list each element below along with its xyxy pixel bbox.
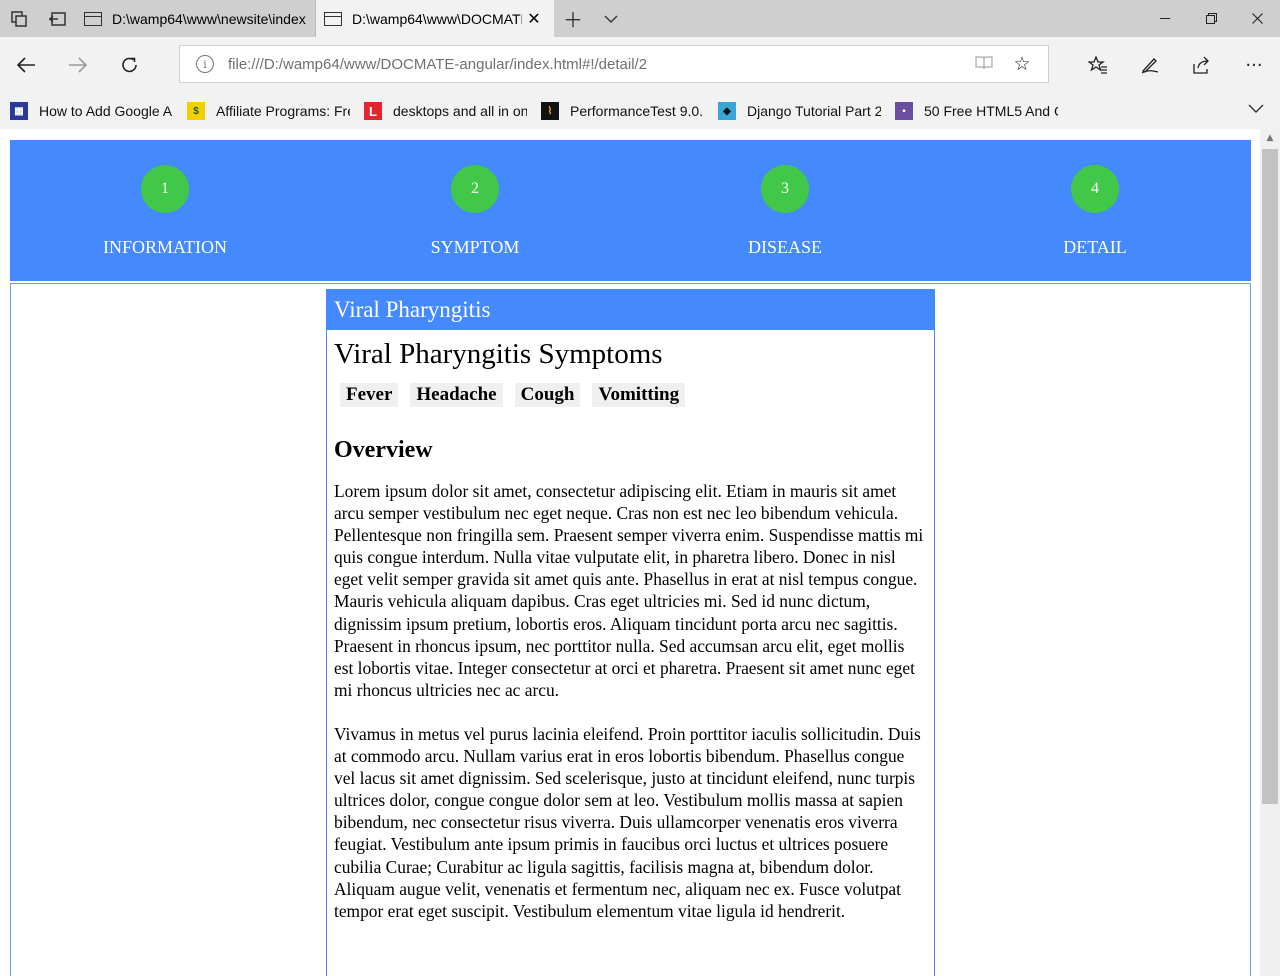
favorites-hub-icon[interactable] (1072, 37, 1124, 93)
favorite-label: desktops and all in one (393, 103, 527, 119)
step-label: INFORMATION (102, 237, 227, 257)
favorite-label: 50 Free HTML5 And CSS3 (924, 103, 1058, 119)
chevron-down-icon[interactable] (1248, 101, 1264, 117)
symptoms-title: Viral Pharyngitis Symptoms (334, 338, 663, 370)
forward-arrow-icon[interactable] (52, 37, 104, 93)
refresh-icon[interactable] (104, 37, 156, 93)
step-number-badge: 1 (141, 165, 189, 213)
favorites-bar: ▦ How to Add Google Analytics $ Affiliat… (0, 93, 1280, 129)
symptom-tag: Headache (410, 383, 503, 407)
step-label: SYMPTOM (430, 237, 520, 257)
django-icon: ◆ (718, 102, 736, 120)
favorite-link[interactable]: ◆ Django Tutorial Part 2 (718, 102, 895, 120)
scroll-up-arrow-icon[interactable]: ▲ (1260, 129, 1280, 147)
step-label: DETAIL (1063, 237, 1127, 257)
new-tab-icon[interactable]: ＋ (554, 0, 592, 37)
address-bar[interactable]: i file:///D:/wamp64/www/DOCMATE-angular/… (179, 45, 1049, 83)
favorite-link[interactable]: ⌇ PerformanceTest 9.0.1 (541, 102, 718, 120)
tab-manager-icon[interactable] (0, 0, 38, 37)
scroll-thumb[interactable] (1262, 149, 1278, 804)
page-icon (324, 11, 342, 26)
l-logo-icon: L (364, 102, 382, 120)
favorite-link[interactable]: $ Affiliate Programs: Free (187, 102, 364, 120)
favorite-label: Django Tutorial Part 2 (747, 103, 881, 119)
site-info-icon[interactable]: i (196, 55, 214, 73)
progress-stepper: 1 INFORMATION 2 SYMPTOM 3 DISEASE 4 DETA… (10, 140, 1251, 281)
card-body: Viral Pharyngitis Symptoms Fever Headach… (327, 338, 934, 922)
tab-title: D:\wamp64\www\newsite\index.html (112, 10, 307, 27)
title-bar: D:\wamp64\www\newsite\index.html D:\wamp… (0, 0, 1280, 37)
favorite-link[interactable]: L desktops and all in one (364, 102, 541, 120)
restore-icon[interactable] (1188, 0, 1234, 37)
page-icon (84, 11, 102, 26)
favorite-star-icon[interactable]: ☆ (1012, 53, 1032, 75)
disease-detail-card: Viral Pharyngitis Viral Pharyngitis Symp… (326, 289, 935, 976)
close-window-icon[interactable] (1234, 0, 1280, 37)
share-icon[interactable] (1176, 37, 1228, 93)
step-number-badge: 2 (451, 165, 499, 213)
page-viewport: 1 INFORMATION 2 SYMPTOM 3 DISEASE 4 DETA… (0, 129, 1260, 976)
back-arrow-icon[interactable] (0, 37, 52, 93)
favorite-label: Affiliate Programs: Free (216, 103, 350, 119)
minimize-icon[interactable] (1142, 0, 1188, 37)
url-text[interactable]: file:///D:/wamp64/www/DOCMATE-angular/in… (228, 56, 974, 73)
favorite-label: How to Add Google Analytics (39, 103, 173, 119)
navigation-bar: i file:///D:/wamp64/www/DOCMATE-angular/… (0, 37, 1280, 93)
step-number-badge: 3 (761, 165, 809, 213)
set-aside-tabs-icon[interactable] (38, 0, 76, 37)
vertical-scrollbar[interactable]: ▲ (1260, 129, 1280, 976)
step-symptom[interactable]: 2 SYMPTOM (320, 140, 630, 281)
tab-preview-chevron-icon[interactable] (592, 0, 630, 37)
overview-heading: Overview (334, 437, 433, 463)
tab-title: D:\wamp64\www\DOCMATE-angular (352, 10, 522, 27)
disease-name-header: Viral Pharyngitis (327, 290, 934, 330)
symptom-tags: Fever Headache Cough Vomitting (334, 383, 927, 407)
step-disease[interactable]: 3 DISEASE (630, 140, 940, 281)
browser-tab-newsite[interactable]: D:\wamp64\www\newsite\index.html (76, 0, 316, 37)
symptom-tag: Cough (514, 383, 581, 407)
colorlib-icon: ▪ (895, 102, 913, 120)
favorite-link[interactable]: ▦ How to Add Google Analytics (10, 102, 187, 120)
symptom-tag: Vomitting (592, 383, 686, 407)
favorite-link[interactable]: ▪ 50 Free HTML5 And CSS3 (895, 102, 1072, 120)
reading-view-icon[interactable] (974, 55, 994, 74)
browser-tab-docmate[interactable]: D:\wamp64\www\DOCMATE-angular ✕ (316, 0, 554, 37)
close-tab-icon[interactable]: ✕ (522, 9, 546, 29)
favorite-label: PerformanceTest 9.0.1 (570, 103, 704, 119)
affiliate-icon: $ (187, 102, 205, 120)
symptom-tag: Fever (340, 383, 399, 407)
step-label: DISEASE (747, 237, 822, 257)
performance-icon: ⌇ (541, 102, 559, 120)
more-options-icon[interactable]: ··· (1228, 37, 1280, 93)
overview-paragraph: Lorem ipsum dolor sit amet, consectetur … (334, 481, 924, 700)
overview-paragraph: Vivamus in metus vel purus lacinia eleif… (334, 723, 921, 921)
site-icon: ▦ (10, 102, 28, 120)
step-information[interactable]: 1 INFORMATION (10, 140, 320, 281)
web-note-pen-icon[interactable] (1124, 37, 1176, 93)
step-detail[interactable]: 4 DETAIL (940, 140, 1250, 281)
step-number-badge: 4 (1071, 165, 1119, 213)
